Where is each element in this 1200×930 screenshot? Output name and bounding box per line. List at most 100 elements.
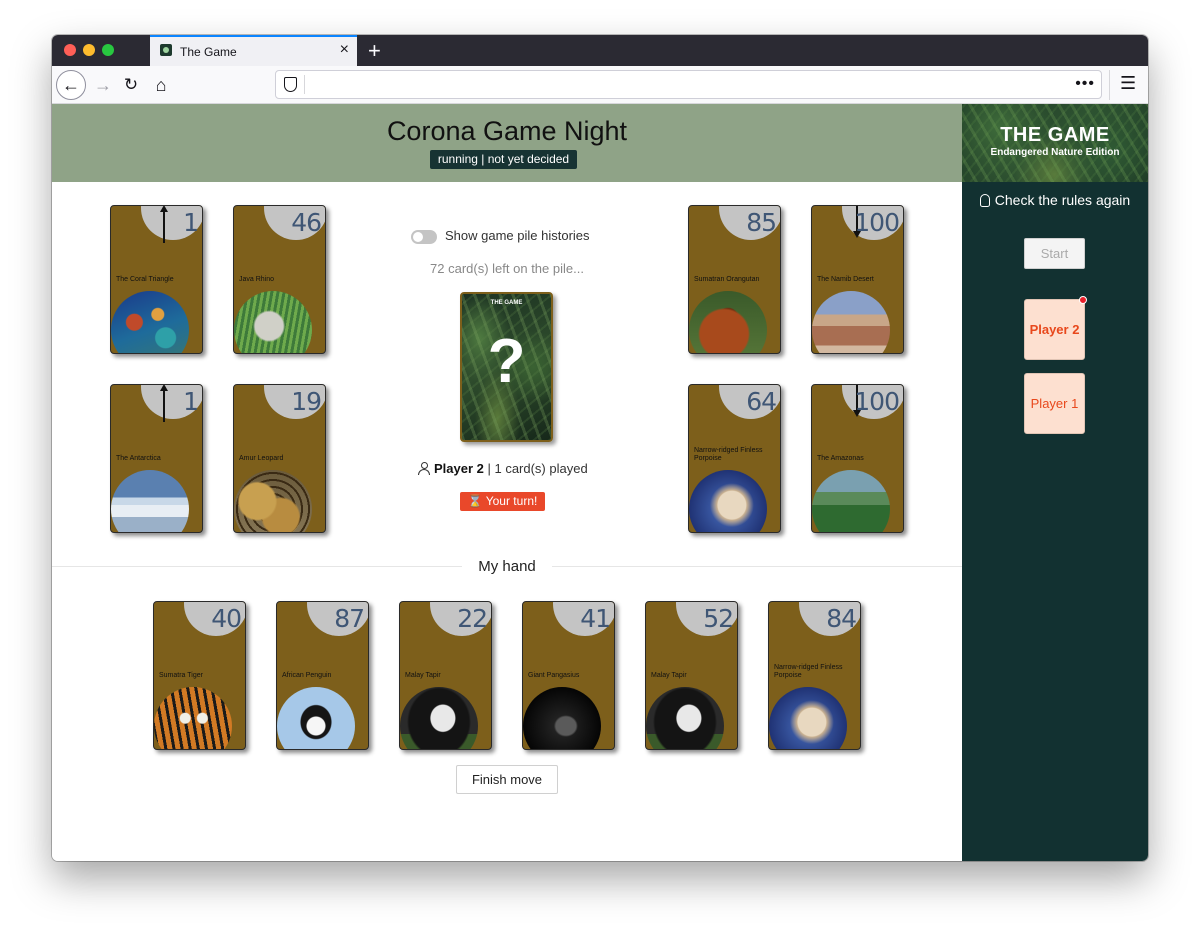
hamburger-menu-icon[interactable]: ☰: [1120, 73, 1136, 94]
card-name: Malay Tapir: [651, 672, 687, 679]
player-tile-player-1[interactable]: Player 1: [1024, 373, 1085, 434]
game-card[interactable]: 100 The Amazonas: [811, 384, 904, 533]
arrow-left-icon: ←: [62, 74, 80, 95]
game-card[interactable]: 52 Malay Tapir: [645, 601, 738, 750]
card-name: Sumatra Tiger: [159, 672, 203, 679]
minimize-window-button[interactable]: [83, 44, 95, 56]
url-bar[interactable]: •••: [275, 70, 1102, 99]
card-number: 87: [334, 604, 365, 633]
arrow-up-head: [160, 385, 168, 391]
game-card[interactable]: 1 The Antarctica: [110, 384, 203, 533]
game-card[interactable]: 87 African Penguin: [276, 601, 369, 750]
cards-left-text: 72 card(s) left on the pile...: [430, 261, 584, 276]
card-name: Giant Pangasius: [528, 672, 580, 679]
brand-title: THE GAME: [1000, 124, 1110, 146]
game-card[interactable]: 46 Java Rhino: [233, 205, 326, 354]
history-toggle[interactable]: [411, 230, 437, 244]
shield-icon[interactable]: [284, 77, 297, 92]
card-number: 19: [291, 387, 322, 416]
tab-title: The Game: [180, 45, 237, 59]
history-toggle-label[interactable]: Show game pile histories: [445, 228, 590, 243]
card-number: 41: [580, 604, 611, 633]
lightbulb-icon: [979, 194, 990, 207]
card-name: The Amazonas: [817, 455, 864, 462]
reload-icon: ↻: [123, 75, 139, 94]
your-turn-badge: ⌛ Your turn!: [460, 492, 545, 511]
notification-dot: [1079, 296, 1087, 304]
card-number: 1: [183, 387, 199, 416]
game-card[interactable]: 100 The Namib Desert: [811, 205, 904, 354]
home-icon: ⌂: [155, 74, 167, 95]
game-card[interactable]: 84 Narrow-ridged Finless Porpoise: [768, 601, 861, 750]
penguin-image: [277, 687, 355, 749]
nav-bar: ← → ↻ ⌂ ••• ☰: [52, 66, 1148, 104]
card-number: 40: [211, 604, 242, 633]
player-name: Player 2: [1029, 322, 1080, 337]
forward-button[interactable]: →: [88, 70, 118, 100]
card-number: 64: [746, 387, 777, 416]
leopard-image: [234, 470, 312, 532]
card-name: The Antarctica: [116, 455, 161, 462]
tiger-image: [154, 687, 232, 749]
pangasius-image: [523, 687, 601, 749]
porpoise-image: [689, 470, 767, 532]
card-number: 46: [291, 208, 322, 237]
question-mark-icon: ?: [487, 327, 526, 396]
arrow-right-icon: →: [94, 74, 112, 95]
game-app: Corona Game Night running | not yet deci…: [52, 104, 1148, 861]
home-button[interactable]: ⌂: [146, 70, 176, 100]
game-card[interactable]: 1 The Coral Triangle: [110, 205, 203, 354]
game-header: Corona Game Night running | not yet deci…: [52, 104, 962, 182]
orangutan-image: [689, 291, 767, 353]
tapir-image: [400, 687, 478, 749]
rules-link[interactable]: Check the rules again: [962, 192, 1148, 208]
card-name: Amur Leopard: [239, 455, 284, 462]
browser-tab[interactable]: The Game ×: [150, 35, 357, 66]
game-main: Corona Game Night running | not yet deci…: [52, 104, 962, 861]
finish-move-button[interactable]: Finish move: [456, 765, 558, 794]
card-name: Java Rhino: [239, 276, 275, 283]
back-button[interactable]: ←: [56, 70, 86, 100]
iceberg-image: [111, 470, 189, 532]
favicon-icon: [160, 44, 172, 56]
person-icon: [418, 462, 430, 475]
hand-title: My hand: [478, 558, 536, 575]
game-card[interactable]: 41 Giant Pangasius: [522, 601, 615, 750]
card-name: The Namib Desert: [817, 276, 874, 283]
turn-info: Player 2 | 1 card(s) played: [418, 461, 588, 476]
close-window-button[interactable]: [64, 44, 76, 56]
toolbar-divider: [1109, 70, 1110, 100]
game-card[interactable]: 40 Sumatra Tiger: [153, 601, 246, 750]
arrow-up-head: [160, 206, 168, 212]
tab-bar: The Game × +: [52, 35, 1148, 66]
card-number: 85: [746, 208, 777, 237]
card-name: Narrow-ridged Finless Porpoise: [694, 447, 763, 462]
sidebar: THE GAME Endangered Nature Edition Check…: [962, 104, 1148, 861]
page-title: Corona Game Night: [386, 116, 628, 146]
page-actions-icon[interactable]: •••: [1075, 75, 1095, 93]
url-separator: [304, 75, 305, 94]
player-name: Player 1: [1030, 396, 1079, 411]
rules-link-label: Check the rules again: [994, 192, 1131, 208]
reload-button[interactable]: ↻: [116, 70, 146, 100]
game-card[interactable]: 19 Amur Leopard: [233, 384, 326, 533]
arrow-up-icon: [163, 388, 165, 422]
new-tab-button[interactable]: +: [368, 38, 381, 64]
game-card[interactable]: 64 Narrow-ridged Finless Porpoise: [688, 384, 781, 533]
porpoise-image: [769, 687, 847, 749]
card-name: African Penguin: [282, 672, 332, 679]
start-button[interactable]: Start: [1024, 238, 1085, 269]
rainforest-image: [812, 470, 890, 532]
game-card[interactable]: 85 Sumatran Orangutan: [688, 205, 781, 354]
player-tile-player-2[interactable]: Player 2: [1024, 296, 1087, 360]
status-badge: running | not yet decided: [430, 150, 577, 169]
arrow-up-icon: [163, 209, 165, 243]
close-tab-icon[interactable]: ×: [340, 41, 349, 59]
zoom-window-button[interactable]: [102, 44, 114, 56]
brand-subtitle: Endangered Nature Edition: [990, 147, 1120, 158]
game-card[interactable]: 22 Malay Tapir: [399, 601, 492, 750]
brand-logo: THE GAME Endangered Nature Edition: [962, 104, 1148, 182]
card-number: 100: [854, 387, 900, 416]
card-name: Sumatran Orangutan: [694, 276, 760, 283]
rhino-image: [234, 291, 312, 353]
